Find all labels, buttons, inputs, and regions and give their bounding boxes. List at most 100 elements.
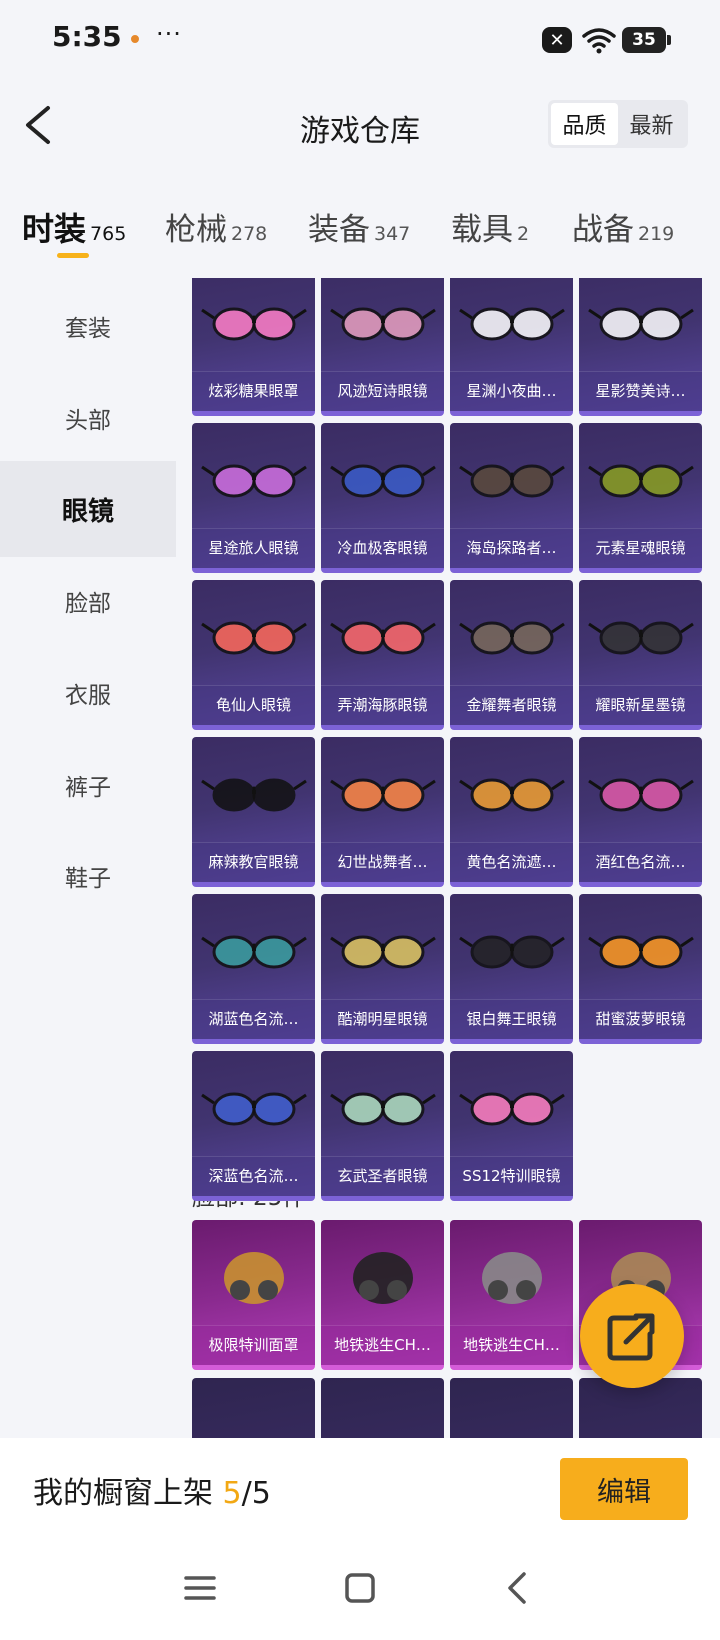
sidebar-item-pants[interactable]: 裤子 <box>0 737 176 833</box>
item-name: 玄武圣者眼镜 <box>321 1156 444 1196</box>
item-name: SS12特训眼镜 <box>450 1156 573 1196</box>
active-tab-indicator <box>57 253 89 258</box>
glasses-icon <box>330 621 436 655</box>
tab-vehicles[interactable]: 载具 2 <box>451 204 529 249</box>
sidebar-item-shoes[interactable]: 鞋子 <box>0 828 176 924</box>
item-card[interactable]: 酷潮明星眼镜 <box>321 894 444 1044</box>
sidebar-item-head[interactable]: 头部 <box>0 370 176 466</box>
tab-equipment[interactable]: 装备 347 <box>308 204 410 249</box>
glasses-icon <box>330 778 436 812</box>
item-card[interactable]: 银白舞王眼镜 <box>450 894 573 1044</box>
item-name: 地铁逃生CH… <box>450 1325 573 1365</box>
sidebar-item-glasses[interactable]: 眼镜 <box>0 461 176 557</box>
item-card[interactable]: 星途旅人眼镜 <box>192 423 315 573</box>
item-name: 地铁逃生CH… <box>321 1325 444 1365</box>
item-card[interactable]: 深蓝色名流… <box>192 1051 315 1201</box>
glasses-icon <box>588 464 694 498</box>
sidebar: 套装 头部 眼镜 脸部 衣服 裤子 鞋子 <box>0 278 176 1438</box>
share-button[interactable] <box>580 1284 684 1388</box>
sidebar-item-clothes[interactable]: 衣服 <box>0 645 176 741</box>
item-card[interactable]: 海岛探路者… <box>450 423 573 573</box>
glasses-icon <box>201 1092 307 1126</box>
back-icon[interactable] <box>496 1566 540 1610</box>
item-card[interactable]: 耀眼新星墨镜 <box>579 580 702 730</box>
item-name: 星影赞美诗… <box>579 371 702 411</box>
item-name: 弄潮海豚眼镜 <box>321 685 444 725</box>
mask-icon <box>482 1252 542 1304</box>
sort-newest-button[interactable]: 最新 <box>618 103 685 145</box>
tab-count: 765 <box>90 223 127 245</box>
tab-count: 347 <box>374 223 411 245</box>
item-card[interactable]: 玄武圣者眼镜 <box>321 1051 444 1201</box>
item-card[interactable]: 甜蜜菠萝眼镜 <box>579 894 702 1044</box>
item-name: 炫彩糖果眼罩 <box>192 371 315 411</box>
item-name: 金耀舞者眼镜 <box>450 685 573 725</box>
item-card[interactable]: SS12特训眼镜 <box>450 1051 573 1201</box>
glasses-icon <box>201 621 307 655</box>
item-card[interactable]: 极限特训面罩 <box>192 1220 315 1370</box>
glasses-icon <box>459 464 565 498</box>
item-name: 酒红色名流… <box>579 842 702 882</box>
tab-firearms[interactable]: 枪械 278 <box>165 204 267 249</box>
item-name: 麻辣教官眼镜 <box>192 842 315 882</box>
item-card[interactable]: 元素星魂眼镜 <box>579 423 702 573</box>
item-card[interactable]: 星渊小夜曲… <box>450 278 573 416</box>
category-tabs: 时装 765 枪械 278 装备 347 载具 2 战备 219 <box>0 190 720 266</box>
item-card[interactable]: 风迹短诗眼镜 <box>321 278 444 416</box>
showcase-bar: 我的橱窗上架 5/5 编辑 <box>0 1438 720 1538</box>
edit-button[interactable]: 编辑 <box>560 1458 688 1520</box>
glasses-icon <box>201 935 307 969</box>
item-card[interactable] <box>450 1378 573 1438</box>
glasses-icon <box>588 778 694 812</box>
home-icon[interactable] <box>338 1566 382 1610</box>
system-nav-bar <box>0 1538 720 1640</box>
tab-label: 时装 <box>22 210 87 248</box>
item-card[interactable]: 黄色名流遮… <box>450 737 573 887</box>
glasses-icon <box>459 935 565 969</box>
item-name: 星途旅人眼镜 <box>192 528 315 568</box>
item-card[interactable]: 湖蓝色名流… <box>192 894 315 1044</box>
item-card[interactable] <box>321 1378 444 1438</box>
item-card[interactable]: 龟仙人眼镜 <box>192 580 315 730</box>
menu-icon[interactable] <box>178 1566 222 1610</box>
item-card[interactable]: 炫彩糖果眼罩 <box>192 278 315 416</box>
status-bar: 5:35 ··· ✕ 35 <box>0 0 720 80</box>
showcase-total: /5 <box>241 1476 271 1511</box>
item-name: 幻世战舞者… <box>321 842 444 882</box>
sidebar-item-face[interactable]: 脸部 <box>0 553 176 649</box>
tab-supplies[interactable]: 战备 219 <box>572 204 674 249</box>
sidebar-item-outfit[interactable]: 套装 <box>0 278 176 374</box>
glasses-icon <box>201 778 307 812</box>
tab-label: 枪械 <box>165 212 227 248</box>
sort-toggle: 品质 最新 <box>548 100 688 148</box>
item-name: 冷血极客眼镜 <box>321 528 444 568</box>
item-card[interactable]: 星影赞美诗… <box>579 278 702 416</box>
tab-fashion[interactable]: 时装 765 <box>22 204 126 250</box>
glasses-icon <box>588 307 694 341</box>
item-card[interactable] <box>192 1378 315 1438</box>
status-time: 5:35 <box>52 20 122 53</box>
item-card[interactable]: 地铁逃生CH… <box>321 1220 444 1370</box>
glasses-icon <box>330 935 436 969</box>
glasses-icon <box>588 935 694 969</box>
item-card[interactable]: 酒红色名流… <box>579 737 702 887</box>
item-card[interactable]: 金耀舞者眼镜 <box>450 580 573 730</box>
item-card[interactable]: 地铁逃生CH… <box>450 1220 573 1370</box>
mask-icon <box>353 1252 413 1304</box>
header: 游戏仓库 品质 最新 <box>0 90 720 160</box>
sort-quality-button[interactable]: 品质 <box>551 103 618 145</box>
glasses-icon <box>201 307 307 341</box>
mask-icon <box>224 1252 284 1304</box>
share-icon <box>607 1313 655 1361</box>
item-name: 龟仙人眼镜 <box>192 685 315 725</box>
item-name: 酷潮明星眼镜 <box>321 999 444 1039</box>
item-name: 湖蓝色名流… <box>192 999 315 1039</box>
item-name: 星渊小夜曲… <box>450 371 573 411</box>
item-card[interactable]: 弄潮海豚眼镜 <box>321 580 444 730</box>
tab-label: 装备 <box>308 212 370 248</box>
item-card[interactable]: 幻世战舞者… <box>321 737 444 887</box>
item-card[interactable]: 冷血极客眼镜 <box>321 423 444 573</box>
showcase-status: 我的橱窗上架 5/5 <box>33 1468 271 1512</box>
item-card[interactable]: 麻辣教官眼镜 <box>192 737 315 887</box>
item-name: 甜蜜菠萝眼镜 <box>579 999 702 1039</box>
